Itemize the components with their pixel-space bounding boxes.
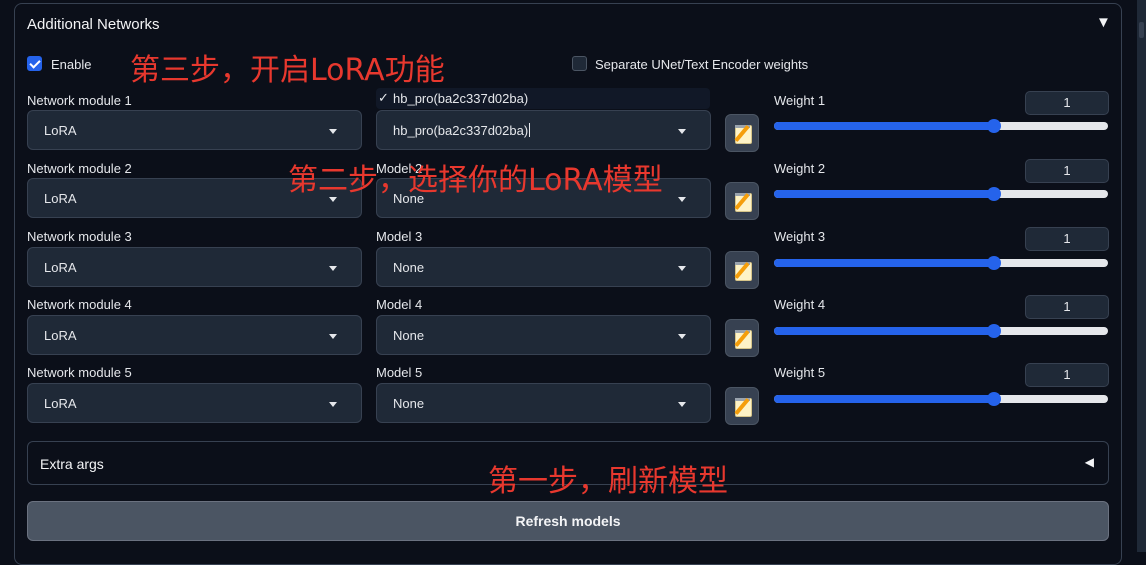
model-dropdown[interactable]: None — [376, 383, 711, 423]
network-module-label: Network module 2 — [27, 161, 132, 176]
dropdown-value: LoRA — [44, 191, 77, 206]
weight-slider[interactable] — [774, 256, 1108, 270]
weight-label: Weight 5 — [774, 365, 826, 380]
slider-fill — [774, 395, 995, 403]
scrollbar-thumb[interactable] — [1139, 22, 1144, 38]
dropdown-value: hb_pro(ba2c337d02ba) — [393, 123, 531, 138]
model-dropdown[interactable]: None — [376, 315, 711, 355]
refresh-models-button[interactable]: Refresh models — [27, 501, 1109, 541]
network-module-label: Network module 3 — [27, 229, 132, 244]
slider-fill — [774, 122, 995, 130]
enable-label[interactable]: Enable — [51, 57, 91, 72]
enable-checkbox[interactable] — [27, 56, 42, 71]
dropdown-value: None — [393, 396, 425, 411]
dropdown-value: LoRA — [44, 123, 77, 138]
chevron-down-icon — [678, 334, 686, 339]
slider-thumb[interactable] — [987, 324, 1002, 338]
weight-number-input[interactable]: 1 — [1025, 295, 1109, 319]
checkmark-icon: ✓ — [378, 90, 389, 105]
dropdown-value: None — [393, 328, 425, 343]
model-label: Model 5 — [376, 365, 423, 380]
edit-notes-button[interactable] — [725, 182, 759, 220]
model-dropdown[interactable]: hb_pro(ba2c337d02ba) — [376, 110, 711, 150]
dropdown-value: None — [393, 260, 425, 275]
annotation-step3: 第三步，开启LoRA功能 — [130, 53, 445, 88]
slider-thumb[interactable] — [987, 119, 1002, 133]
separate-weights-label[interactable]: Separate UNet/Text Encoder weights — [595, 57, 808, 72]
chevron-down-icon — [329, 129, 337, 134]
network-module-label: Network module 4 — [27, 297, 132, 312]
model-label: Model 4 — [376, 297, 423, 312]
network-module-dropdown[interactable]: LoRA — [27, 247, 362, 287]
weight-label: Weight 4 — [774, 297, 826, 312]
chevron-down-icon — [329, 266, 337, 271]
edit-notes-button[interactable] — [725, 251, 759, 289]
chevron-down-icon — [678, 266, 686, 271]
slider-fill — [774, 259, 995, 267]
weight-slider[interactable] — [774, 324, 1108, 338]
dropdown-value: LoRA — [44, 328, 77, 343]
weight-number-input[interactable]: 1 — [1025, 91, 1109, 115]
network-module-label: Network module 1 — [27, 93, 132, 108]
separate-weights-checkbox[interactable] — [572, 56, 587, 71]
collapse-arrow-icon[interactable]: ▼ — [1096, 14, 1111, 31]
chevron-down-icon — [678, 129, 686, 134]
dropdown-value: LoRA — [44, 260, 77, 275]
annotation-step1: 第一步，刷新模型 — [488, 464, 728, 499]
model-dropdown[interactable]: None — [376, 247, 711, 287]
slider-thumb[interactable] — [987, 392, 1002, 406]
annotation-step2: 第二步，选择你的LoRA模型 — [288, 163, 663, 198]
network-module-label: Network module 5 — [27, 365, 132, 380]
weight-label: Weight 1 — [774, 93, 826, 108]
expand-arrow-icon: ◀ — [1084, 455, 1094, 469]
option-label: hb_pro(ba2c337d02ba) — [393, 91, 529, 106]
chevron-down-icon — [329, 334, 337, 339]
weight-number-input[interactable]: 1 — [1025, 363, 1109, 387]
dropdown-value: LoRA — [44, 396, 77, 411]
weight-slider[interactable] — [774, 187, 1108, 201]
weight-slider[interactable] — [774, 119, 1108, 133]
extra-args-label: Extra args — [40, 456, 104, 472]
slider-fill — [774, 190, 995, 198]
weight-number-input[interactable]: 1 — [1025, 159, 1109, 183]
model-option-selected[interactable]: ✓ hb_pro(ba2c337d02ba) — [376, 88, 710, 109]
network-module-dropdown[interactable]: LoRA — [27, 383, 362, 423]
edit-notes-button[interactable] — [725, 387, 759, 425]
chevron-down-icon — [678, 197, 686, 202]
network-module-dropdown[interactable]: LoRA — [27, 110, 362, 150]
slider-thumb[interactable] — [987, 256, 1002, 270]
model-label: Model 3 — [376, 229, 423, 244]
slider-fill — [774, 327, 995, 335]
edit-notes-button[interactable] — [725, 114, 759, 152]
network-module-dropdown[interactable]: LoRA — [27, 315, 362, 355]
weight-slider[interactable] — [774, 392, 1108, 406]
text-cursor — [529, 123, 531, 137]
weight-label: Weight 2 — [774, 161, 826, 176]
weight-number-input[interactable]: 1 — [1025, 227, 1109, 251]
chevron-down-icon — [329, 402, 337, 407]
section-title[interactable]: Additional Networks — [27, 16, 160, 33]
edit-notes-button[interactable] — [725, 319, 759, 357]
weight-label: Weight 3 — [774, 229, 826, 244]
slider-thumb[interactable] — [987, 187, 1002, 201]
chevron-down-icon — [678, 402, 686, 407]
scrollbar[interactable] — [1137, 0, 1146, 552]
